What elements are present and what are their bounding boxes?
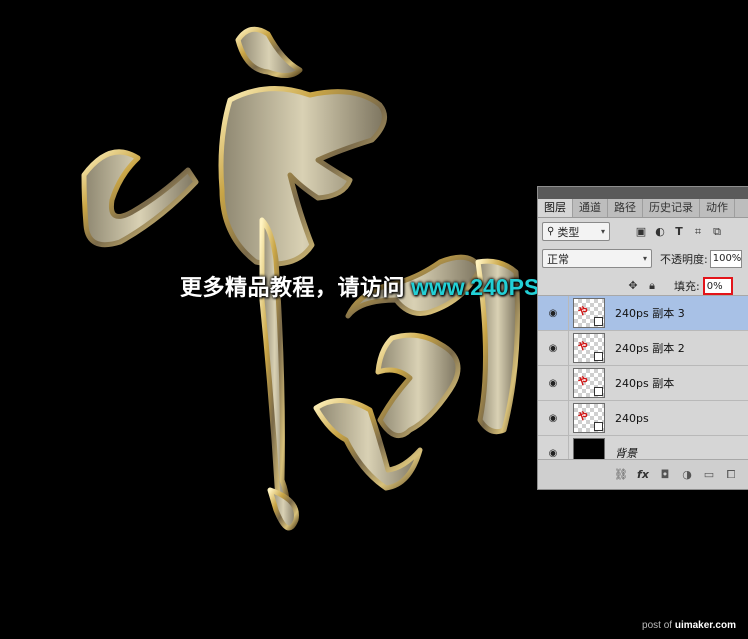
blend-mode-value: 正常 (547, 252, 569, 266)
chevron-down-icon: ▾ (642, 254, 647, 263)
eye-icon[interactable]: ◉ (538, 401, 569, 435)
tab-layers[interactable]: 图层 (538, 199, 573, 217)
promo-banner: 更多精品教程，请访问 www.240PS.com (180, 272, 593, 302)
group-icon[interactable]: ▭ (698, 468, 720, 481)
layer-name: 240ps 副本 2 (615, 342, 685, 355)
watermark-prefix: post of (642, 620, 673, 631)
image-filter-icon[interactable]: ▣ (633, 224, 649, 240)
panel-bottom-bar: ⛓ fx ◘ ◑ ▭ ⧠ (538, 459, 748, 489)
blend-row: 正常 ▾ 不透明度: 100% (538, 245, 748, 272)
filter-row: ⚲ 类型 ▾ ▣ ◐ T ⌗ ⧉ (538, 218, 748, 245)
tab-paths[interactable]: 路径 (608, 199, 643, 217)
layer-row[interactable]: ◉ ゃ 240ps 副本 (538, 366, 748, 401)
watermark: post of uimaker.com (642, 620, 736, 631)
layer-thumbnail: ゃ (573, 403, 605, 433)
fill-input[interactable]: 0% (702, 276, 733, 295)
stroke-left-hook (81, 149, 199, 248)
tab-actions[interactable]: 动作 (700, 199, 735, 217)
layer-name: 240ps (615, 411, 649, 425)
eye-icon[interactable]: ◉ (538, 331, 569, 365)
panel-tabs: 图层 通道 路径 历史记录 动作 (538, 199, 748, 218)
new-layer-icon[interactable]: ⧠ (720, 468, 742, 482)
fill-label: 填充: (674, 279, 700, 293)
layer-name: 240ps 副本 3 (615, 307, 685, 320)
search-icon: ⚲ (547, 226, 555, 237)
smartobject-filter-icon[interactable]: ⧉ (709, 224, 725, 240)
layer-row[interactable]: ◉ ゃ 240ps (538, 401, 748, 436)
promo-text: 更多精品教程，请访问 (180, 276, 406, 301)
stroke-tail (267, 487, 299, 531)
stroke-right-mid (375, 332, 461, 439)
panel-title-bar[interactable] (538, 187, 748, 199)
type-filter-icon[interactable]: T (671, 224, 687, 240)
lock-icon[interactable]: 🔒︎ (644, 278, 660, 294)
eye-icon[interactable]: ◉ (538, 366, 569, 400)
link-icon[interactable]: ⛓ (610, 468, 632, 481)
shape-filter-icon[interactable]: ⌗ (690, 224, 706, 240)
layer-filter-select[interactable]: ⚲ 类型 ▾ (542, 222, 610, 241)
adjustment-icon[interactable]: ◑ (676, 468, 698, 481)
blend-mode-select[interactable]: 正常 ▾ (542, 249, 652, 268)
layer-thumbnail: ゃ (573, 333, 605, 363)
stroke-top-dot (235, 26, 303, 78)
layer-list: ◉ ゃ 240ps 副本 3 ◉ ゃ 240ps 副本 2 ◉ ゃ 240ps … (538, 295, 748, 462)
layer-name: 240ps 副本 (615, 377, 675, 390)
tab-channels[interactable]: 通道 (573, 199, 608, 217)
eye-icon[interactable]: ◉ (538, 296, 569, 330)
mask-icon[interactable]: ◘ (654, 468, 676, 481)
adjustment-filter-icon[interactable]: ◐ (652, 224, 668, 240)
watermark-site: uimaker.com (674, 620, 736, 631)
chevron-down-icon: ▾ (600, 227, 605, 236)
move-icon[interactable]: ✥ (625, 278, 641, 294)
layer-thumbnail: ゃ (573, 368, 605, 398)
filter-label: 类型 (557, 225, 580, 239)
opacity-input[interactable]: 100% (709, 249, 742, 268)
layer-thumbnail: ゃ (573, 298, 605, 328)
stroke-main-box (218, 86, 387, 267)
layer-row[interactable]: ◉ ゃ 240ps 副本 2 (538, 331, 748, 366)
layer-row[interactable]: ◉ ゃ 240ps 副本 3 (538, 296, 748, 331)
tab-history[interactable]: 历史记录 (643, 199, 700, 217)
opacity-label: 不透明度: (660, 252, 708, 266)
layers-panel: 图层 通道 路径 历史记录 动作 ⚲ 类型 ▾ ▣ ◐ T ⌗ ⧉ 正常 ▾ 不… (537, 186, 748, 490)
fx-icon[interactable]: fx (632, 468, 654, 481)
